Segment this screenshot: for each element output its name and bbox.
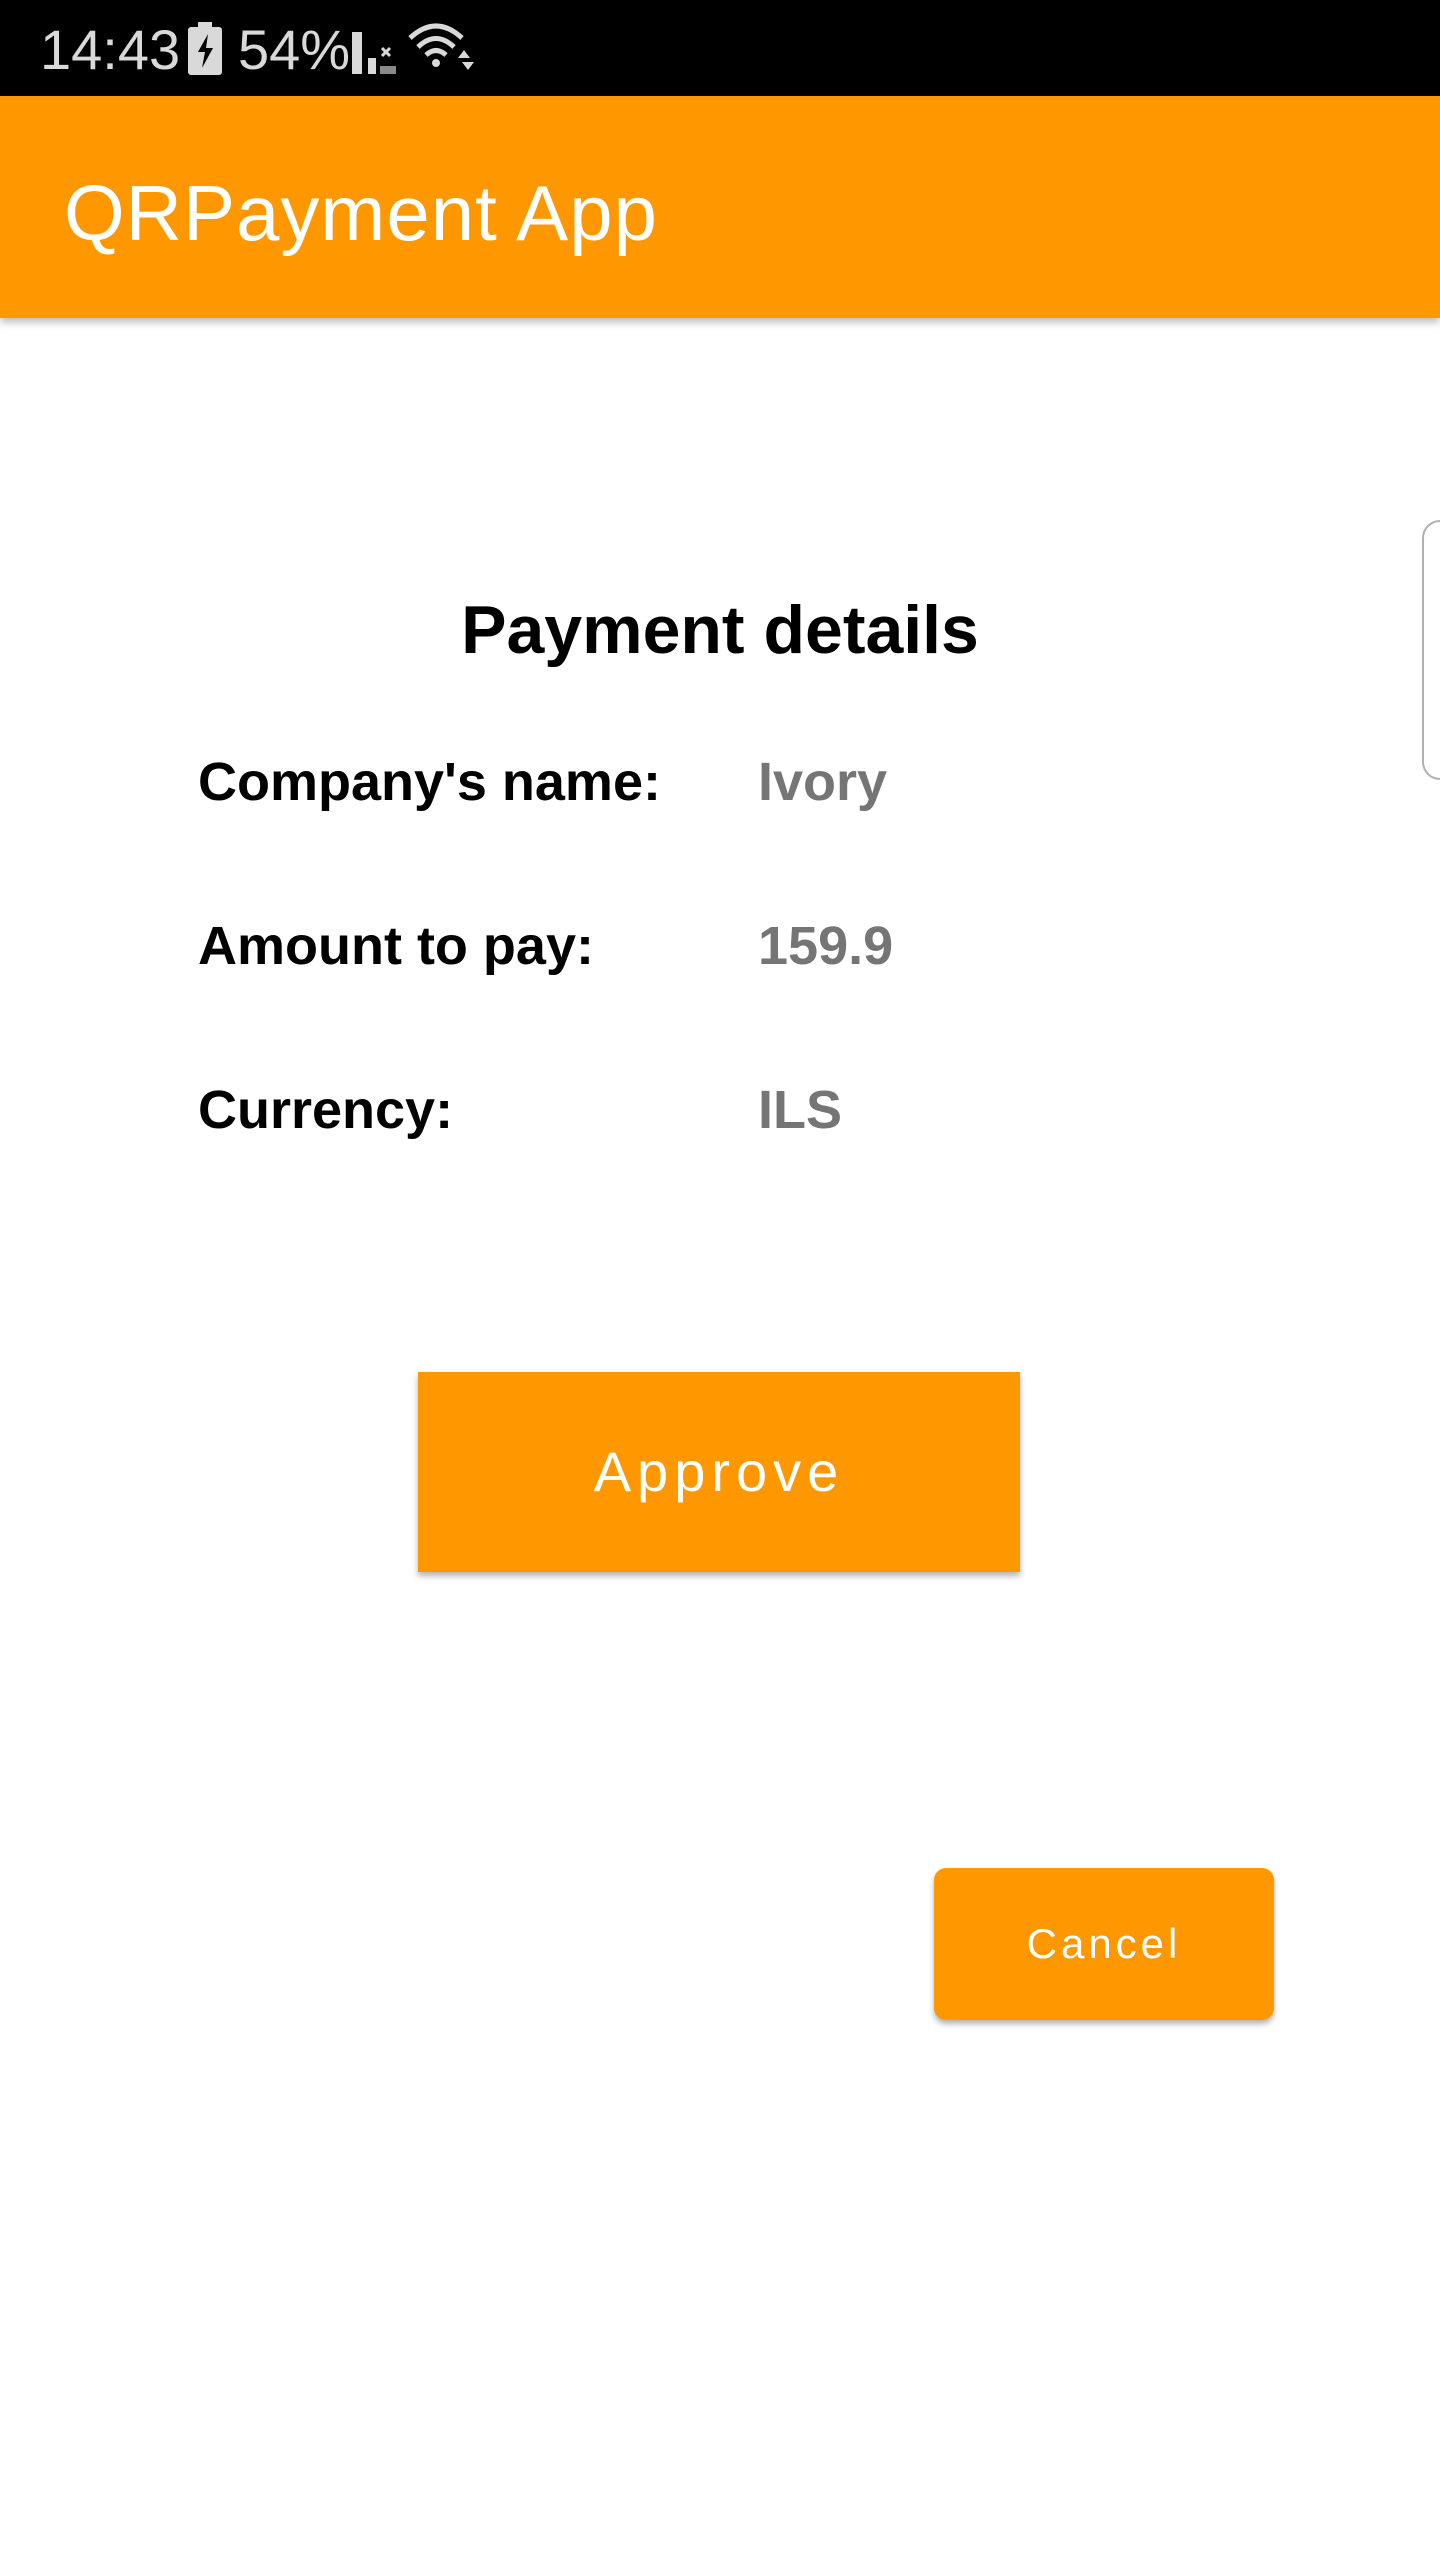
- currency-value: ILS: [758, 1080, 843, 1140]
- app-title: QRPayment App: [64, 169, 658, 257]
- cell-signal-icon: [352, 32, 396, 74]
- company-name-label: Company's name:: [198, 752, 661, 812]
- cancel-button[interactable]: Cancel: [934, 1868, 1274, 2020]
- approve-button[interactable]: Approve: [418, 1372, 1020, 1572]
- wifi-icon: [408, 23, 474, 70]
- battery-percent: 54%: [238, 18, 351, 81]
- company-name-value: Ivory: [758, 752, 888, 812]
- payment-details-heading: Payment details: [461, 592, 979, 668]
- payment-screen: 14:43 54% QRPayment App Payment details: [0, 0, 1440, 2560]
- currency-label: Currency:: [198, 1080, 454, 1140]
- amount-label: Amount to pay:: [198, 916, 594, 976]
- amount-value: 159.9: [758, 916, 894, 976]
- status-time: 14:43: [40, 18, 181, 81]
- app-bar: QRPayment App: [0, 96, 1440, 318]
- status-bar: 14:43 54%: [0, 0, 1440, 96]
- battery-charging-icon: [188, 22, 222, 75]
